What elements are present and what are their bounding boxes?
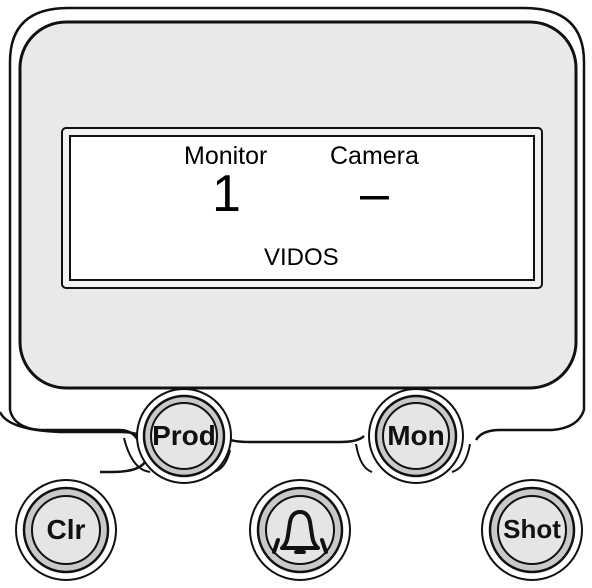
monitor-number: 1 [212, 165, 241, 223]
keypad-housing [0, 6, 592, 583]
camera-number: – [360, 165, 389, 223]
system-name: VIDOS [264, 244, 339, 271]
prod-button-label: Prod [152, 420, 216, 451]
mon-button-label: Mon [387, 420, 445, 451]
clr-button-label: Clr [46, 514, 86, 545]
keypad-panel: Monitor Camera 1 – VIDOS Prod Mon Clr Sh… [0, 0, 592, 583]
bell-button[interactable] [249, 479, 351, 581]
shot-button-label: Shot [503, 514, 561, 544]
